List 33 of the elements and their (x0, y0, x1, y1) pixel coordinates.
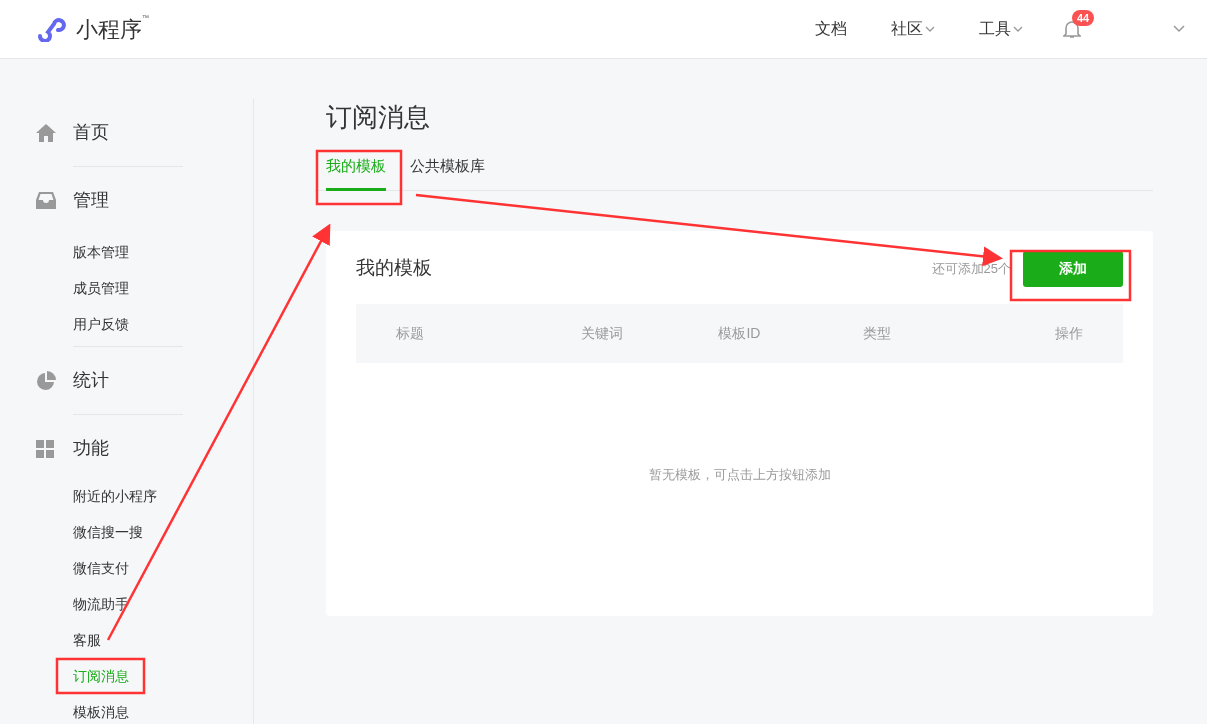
sidebar-group[interactable]: 统计 (73, 367, 109, 394)
pie-chart-icon (36, 370, 56, 391)
empty-message: 暂无模板，可点击上方按钮添加 (647, 465, 832, 484)
inbox-icon (36, 192, 56, 209)
sidebar-group[interactable]: 管理 (73, 187, 109, 214)
column-header: 关键词 (581, 323, 624, 343)
sidebar-item[interactable]: 用户反馈 (73, 306, 129, 342)
logo-icon (36, 16, 68, 42)
home-icon (36, 123, 56, 142)
nav-link[interactable]: 文档 (815, 17, 847, 41)
sidebar-item[interactable]: 版本管理 (73, 234, 129, 270)
sidebar-group[interactable]: 首页 (73, 119, 109, 146)
nav-link[interactable]: 社区 (891, 17, 935, 41)
column-header: 标题 (396, 323, 425, 343)
column-header: 操作 (1055, 323, 1083, 343)
column-header: 类型 (862, 323, 891, 343)
sidebar-item[interactable]: 微信支付 (73, 550, 129, 586)
sidebar-item[interactable]: 成员管理 (73, 270, 129, 306)
chevron-down-icon[interactable] (1173, 25, 1185, 33)
sidebar-item[interactable]: 客服 (73, 622, 101, 658)
remaining-count: 还可添加25个 (931, 259, 1011, 278)
sidebar-group[interactable]: 功能 (73, 435, 109, 462)
tab[interactable]: 公共模板库 (410, 155, 485, 191)
sidebar-item[interactable]: 模板消息 (73, 694, 129, 724)
notification-badge: 44 (1072, 10, 1095, 26)
logo-text: 小程序 (76, 15, 142, 44)
grid-icon (36, 439, 54, 458)
sidebar-item[interactable]: 附近的小程序 (73, 478, 157, 514)
page-title: 订阅消息 (326, 101, 431, 134)
card-title: 我的模板 (356, 256, 432, 281)
sidebar-item[interactable]: 微信搜一搜 (73, 514, 143, 550)
nav-link[interactable]: 工具 (979, 17, 1023, 41)
column-header: 模板ID (718, 323, 761, 343)
